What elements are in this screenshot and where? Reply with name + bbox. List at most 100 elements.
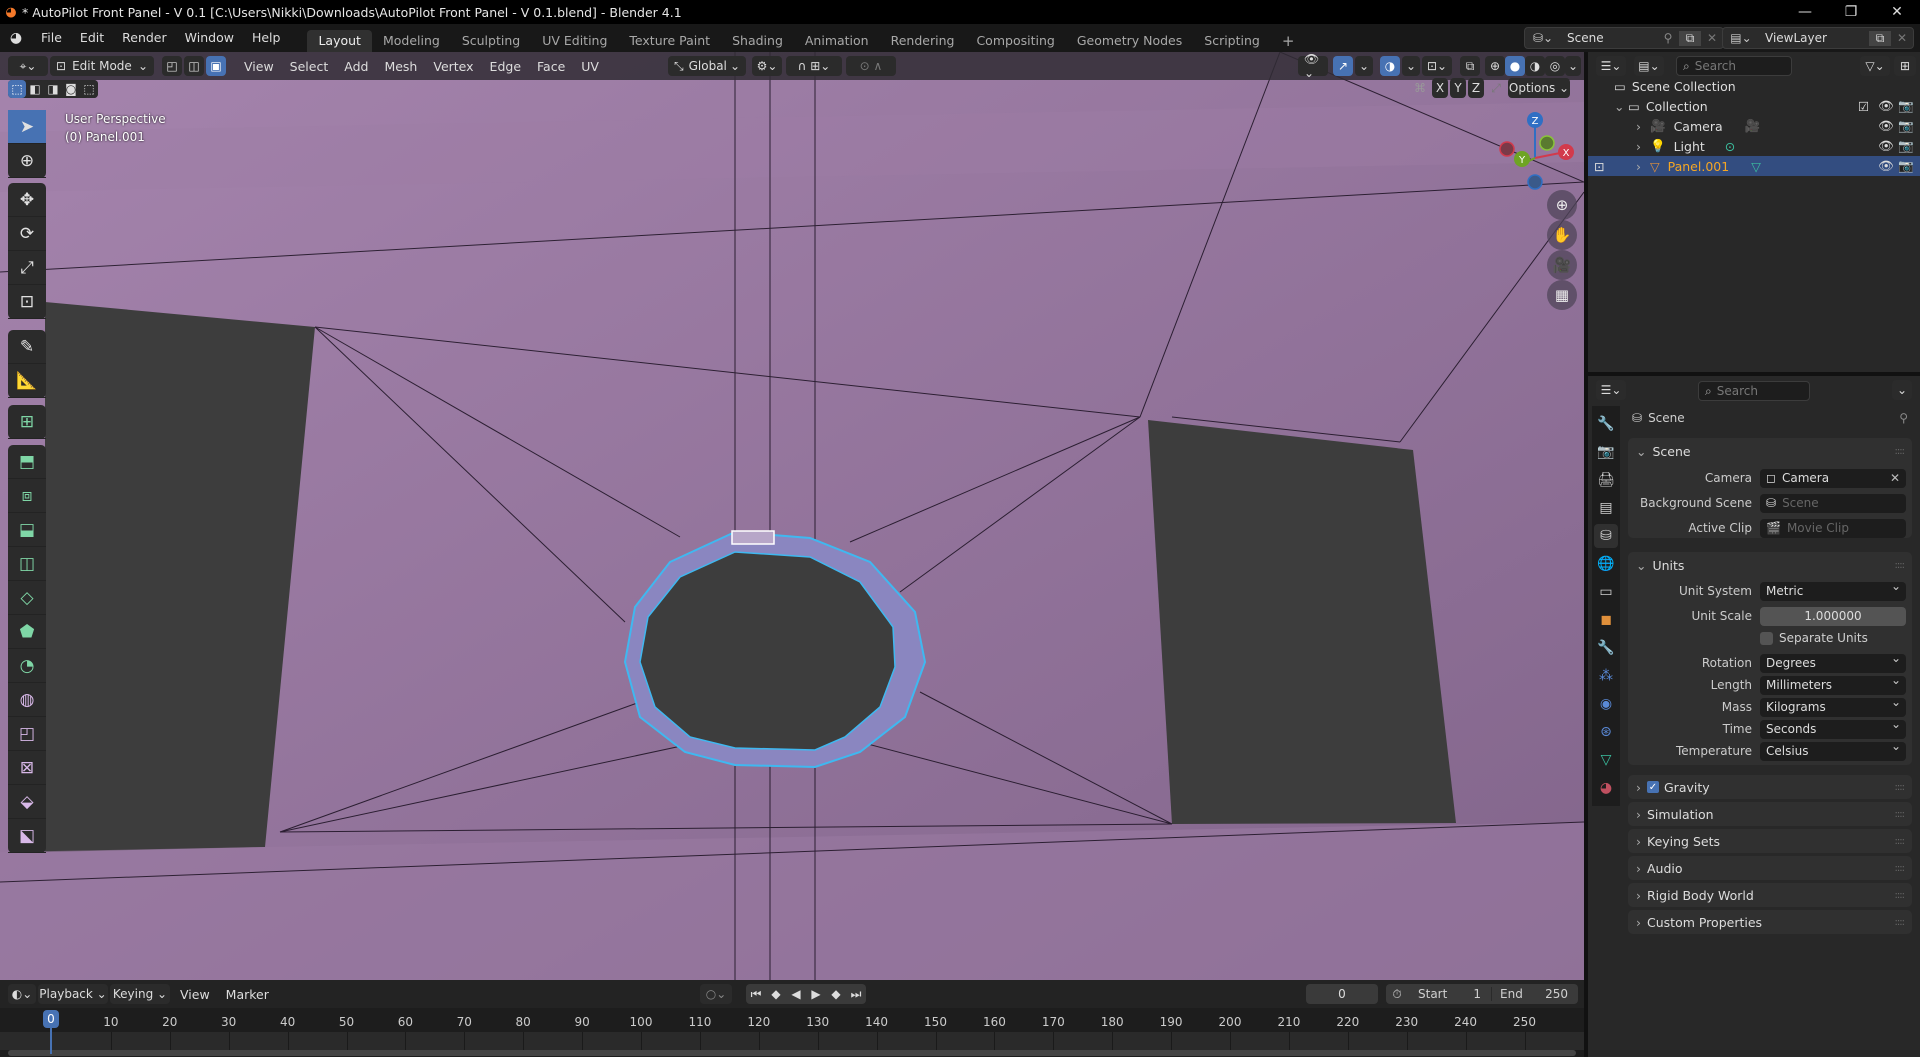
outliner-item-collection[interactable]: ⌄ ▭ Collection ☑ 👁 📷 bbox=[1588, 96, 1920, 116]
drag-handle-icon[interactable]: :::: bbox=[1895, 890, 1906, 901]
particles-tab-icon[interactable]: ⁂ bbox=[1594, 664, 1618, 688]
pan-view-icon[interactable]: ✋ bbox=[1547, 220, 1577, 250]
menu-render[interactable]: Render bbox=[113, 24, 176, 52]
end-frame-field[interactable]: End 250 bbox=[1492, 987, 1576, 1001]
menu-edge[interactable]: Edge bbox=[482, 59, 529, 74]
zoom-view-icon[interactable]: ⊕ bbox=[1547, 190, 1577, 220]
drag-handle-icon[interactable]: :::: bbox=[1895, 917, 1906, 928]
drag-handle-icon[interactable]: :::: bbox=[1895, 782, 1906, 793]
audio-panel[interactable]: › Audio :::: bbox=[1628, 856, 1912, 880]
new-collection-icon[interactable]: ⊞ bbox=[1894, 56, 1916, 76]
select-subtract-mode[interactable]: ◨ bbox=[44, 80, 62, 98]
tab-layout[interactable]: Layout bbox=[307, 30, 372, 52]
material-tab-icon[interactable]: ◕ bbox=[1594, 776, 1618, 800]
separate-units-checkbox[interactable] bbox=[1760, 631, 1773, 645]
chevron-right-icon[interactable]: › bbox=[1636, 159, 1650, 174]
stopwatch-icon[interactable]: ⏱ bbox=[1386, 987, 1408, 1002]
menu-uv[interactable]: UV bbox=[573, 59, 607, 74]
menu-vertex[interactable]: Vertex bbox=[425, 59, 481, 74]
solid-shading[interactable]: ● bbox=[1505, 56, 1525, 76]
outliner-item-light[interactable]: › 💡 Light ⊙ 👁 📷 bbox=[1588, 136, 1920, 156]
extrude-tool[interactable]: ⬒ bbox=[8, 445, 46, 479]
rotate-tool[interactable]: ⟳ bbox=[8, 217, 46, 251]
shear-tool[interactable]: ⬙ bbox=[8, 785, 46, 819]
minimize-button[interactable]: — bbox=[1782, 0, 1828, 24]
gravity-checkbox[interactable]: ✓ bbox=[1647, 781, 1659, 793]
snap-button[interactable]: ∩ ⊞⌄ bbox=[786, 56, 842, 76]
chevron-right-icon[interactable]: › bbox=[1636, 119, 1650, 134]
gizmo-toggle[interactable]: ↗ bbox=[1333, 56, 1353, 76]
jump-start-icon[interactable]: ⏮ bbox=[746, 984, 766, 1004]
material-shading[interactable]: ◑ bbox=[1525, 56, 1545, 76]
timeline-view-menu[interactable]: View bbox=[172, 987, 218, 1002]
new-viewlayer-icon[interactable]: ⧉ bbox=[1869, 30, 1891, 46]
tab-texture-paint[interactable]: Texture Paint bbox=[618, 30, 721, 52]
outliner-item-camera[interactable]: › 🎥 Camera 🎥 👁 📷 bbox=[1588, 116, 1920, 136]
smooth-tool[interactable]: ◍ bbox=[8, 683, 46, 717]
render-camera-icon[interactable]: 📷 bbox=[1898, 98, 1914, 114]
world-tab-icon[interactable]: 🌐 bbox=[1594, 552, 1618, 576]
cursor-tool[interactable]: ⊕ bbox=[8, 144, 46, 178]
jump-end-icon[interactable]: ⏭ bbox=[846, 984, 866, 1004]
blender-menu-icon[interactable]: ◕ bbox=[0, 30, 32, 46]
eye-icon[interactable]: 👁 bbox=[1878, 118, 1894, 134]
select-box-tool[interactable]: ➤ bbox=[8, 110, 46, 144]
editor-type-icon[interactable]: ☰⌄ bbox=[1596, 380, 1626, 400]
properties-search[interactable]: ⌕ Search bbox=[1698, 381, 1810, 401]
area-divider[interactable] bbox=[1584, 52, 1588, 1057]
eye-icon[interactable]: 👁 bbox=[1878, 158, 1894, 174]
move-tool[interactable]: ✥ bbox=[8, 183, 46, 217]
unit-scale-field[interactable]: 1.000000 bbox=[1760, 606, 1906, 626]
menu-help[interactable]: Help bbox=[243, 24, 290, 52]
viewlayer-selector[interactable]: ▤⌄ ViewLayer ⧉ ✕ bbox=[1722, 27, 1914, 49]
tab-scripting[interactable]: Scripting bbox=[1193, 30, 1271, 52]
drag-handle-icon[interactable]: :::: bbox=[1895, 809, 1906, 820]
knife-tool[interactable]: ◇ bbox=[8, 581, 46, 615]
menu-file[interactable]: File bbox=[32, 24, 71, 52]
editor-type-icon[interactable]: ◐⌄ bbox=[8, 984, 36, 1004]
delete-viewlayer-icon[interactable]: ✕ bbox=[1891, 31, 1913, 45]
inset-faces-tool[interactable]: ⧈ bbox=[8, 479, 46, 513]
mirror-icon[interactable]: ⌘ bbox=[1410, 78, 1430, 98]
eye-icon[interactable]: 👁 bbox=[1878, 98, 1894, 114]
collection-tab-icon[interactable]: ▭ bbox=[1594, 580, 1618, 604]
select-new-mode[interactable]: ⬚ bbox=[8, 80, 26, 98]
annotate-tool[interactable]: ✎ bbox=[8, 330, 46, 364]
wireframe-shading[interactable]: ⊕ bbox=[1485, 56, 1505, 76]
playhead[interactable]: 0 bbox=[43, 1010, 59, 1028]
menu-edit[interactable]: Edit bbox=[71, 24, 113, 52]
tab-animation[interactable]: Animation bbox=[794, 30, 880, 52]
menu-window[interactable]: Window bbox=[176, 24, 243, 52]
current-frame-field[interactable]: 0 bbox=[1306, 984, 1378, 1004]
start-frame-field[interactable]: Start 1 bbox=[1408, 987, 1492, 1001]
menu-view[interactable]: View bbox=[236, 59, 282, 74]
play-reverse-icon[interactable]: ◀ bbox=[786, 984, 806, 1004]
navigation-gizmo[interactable]: Z X Y bbox=[1490, 108, 1580, 198]
keying-sets-panel[interactable]: › Keying Sets :::: bbox=[1628, 829, 1912, 853]
auto-merge-icon[interactable]: ⤢ bbox=[1486, 78, 1506, 98]
scene-name[interactable]: Scene bbox=[1561, 31, 1657, 45]
visibility-button[interactable]: 👁⌄ bbox=[1298, 52, 1328, 80]
timeline-marker-menu[interactable]: Marker bbox=[218, 987, 277, 1002]
axis-z-toggle[interactable]: Z bbox=[1468, 78, 1484, 98]
poly-build-tool[interactable]: ⬟ bbox=[8, 615, 46, 649]
overlay-toggle[interactable]: ◑ bbox=[1380, 56, 1400, 76]
ortho-toggle-icon[interactable]: ▦ bbox=[1547, 280, 1577, 310]
gravity-panel[interactable]: › ✓ Gravity :::: bbox=[1628, 775, 1912, 799]
active-clip-field[interactable]: 🎬 Movie Clip bbox=[1760, 518, 1906, 538]
camera-data-icon[interactable]: 🎥 bbox=[1745, 118, 1761, 134]
simulation-panel[interactable]: › Simulation :::: bbox=[1628, 802, 1912, 826]
transform-tool[interactable]: ⊡ bbox=[8, 285, 46, 319]
add-cube-tool[interactable]: ⊞ bbox=[8, 405, 46, 439]
view-layer-icon[interactable]: ▤⌄ bbox=[1634, 56, 1664, 76]
time-dropdown[interactable]: Seconds bbox=[1760, 717, 1906, 739]
length-dropdown[interactable]: Millimeters bbox=[1760, 673, 1906, 695]
filter-icon[interactable]: ▽⌄ bbox=[1860, 56, 1890, 76]
menu-face[interactable]: Face bbox=[529, 59, 573, 74]
viewlayer-name[interactable]: ViewLayer bbox=[1759, 31, 1869, 45]
editor-type-icon[interactable]: ⌖⌄ bbox=[8, 56, 48, 76]
render-camera-icon[interactable]: 📷 bbox=[1898, 118, 1914, 134]
xray-toggle[interactable]: ⧉ bbox=[1460, 56, 1480, 76]
object-tab-icon[interactable]: ◼ bbox=[1594, 608, 1618, 632]
drag-handle-icon[interactable]: :::: bbox=[1895, 863, 1906, 874]
